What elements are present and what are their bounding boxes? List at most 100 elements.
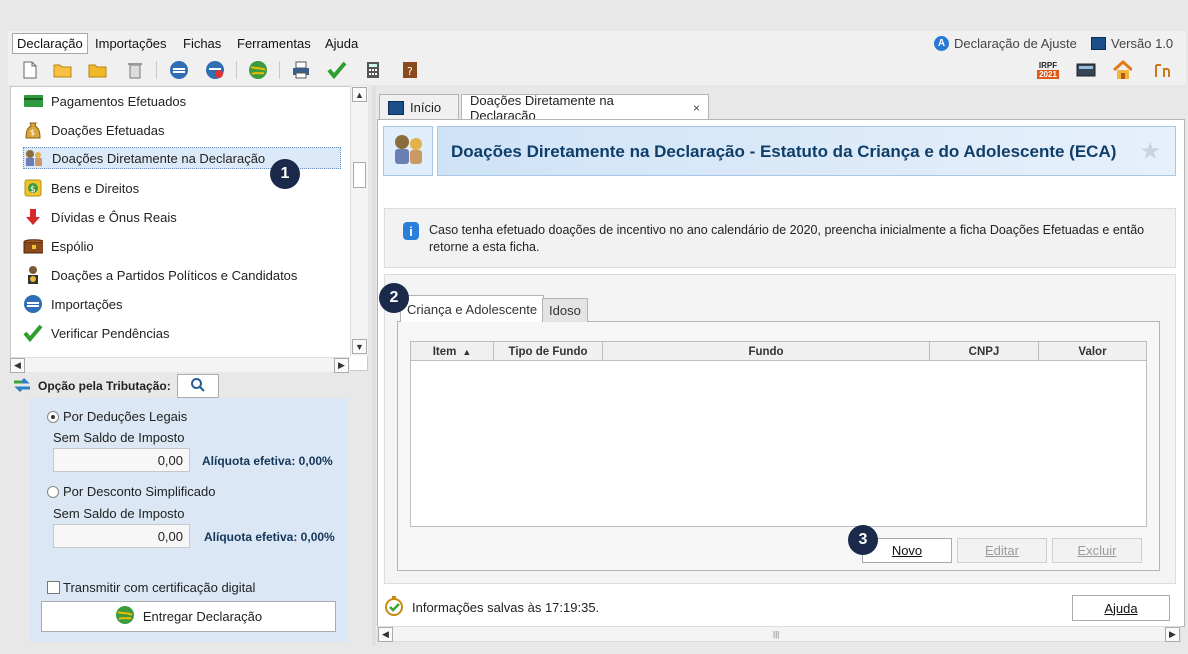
scroll-right-icon[interactable]: ▶ (334, 358, 349, 373)
info-icon: i (403, 222, 419, 240)
receita-logo-icon (388, 100, 404, 115)
toolbar: ? IRPF 2021 (8, 55, 1186, 85)
version-info[interactable]: Versão 1.0 (1091, 36, 1173, 51)
sidebar-item-espolio[interactable]: Espólio (23, 235, 100, 257)
tributacao-header: Opção pela Tributação: (12, 374, 171, 398)
chest-icon (23, 237, 43, 255)
sidebar-item-doacoes-partidos[interactable]: Doações a Partidos Políticos e Candidato… (23, 264, 303, 286)
main-tabs: Início Doações Diretamente na Declaração… (377, 93, 1185, 123)
column-valor[interactable]: Valor (1039, 342, 1146, 361)
sort-ascending-icon: ▲ (462, 346, 472, 357)
radio-deducoes-legais[interactable] (47, 411, 59, 423)
declaration-type[interactable]: A Declaração de Ajuste (934, 36, 1077, 51)
payment-card-icon (23, 92, 43, 110)
font-size-icon[interactable] (1152, 60, 1172, 80)
scroll-down-icon[interactable]: ▼ (352, 339, 367, 354)
toolbar-separator (156, 61, 157, 79)
radio-desconto-simplificado[interactable] (47, 486, 59, 498)
svg-text:$: $ (30, 185, 36, 195)
entregar-declaracao-button[interactable]: Entregar Declaração (41, 601, 336, 632)
money-bag-icon: $ (23, 121, 43, 139)
panel-splitter[interactable] (372, 86, 376, 646)
subtab-crianca-adolescente[interactable]: Criança e Adolescente (400, 295, 545, 322)
menu-fichas[interactable]: Fichas (183, 36, 221, 51)
option-simplificado-sub: Sem Saldo de Imposto (53, 506, 185, 521)
globe-deliver-icon (115, 605, 135, 628)
tab-inicio[interactable]: Início (379, 94, 459, 120)
irpf-badge[interactable]: IRPF 2021 (1034, 60, 1062, 80)
ajuda-button[interactable]: Ajuda (1072, 595, 1170, 621)
sidebar-item-dividas[interactable]: Dívidas e Ônus Reais (23, 206, 183, 228)
scroll-left-icon[interactable]: ◀ (378, 627, 393, 642)
sidebar-item-importacoes[interactable]: Importações (23, 293, 129, 315)
column-cnpj[interactable]: CNPJ (930, 342, 1039, 361)
trash-icon[interactable] (125, 60, 145, 80)
option-deducoes-label: Por Deduções Legais (63, 409, 188, 424)
scroll-thumb[interactable] (353, 162, 366, 188)
sidebar-horizontal-scrollbar[interactable]: ◀ ▶ (10, 357, 350, 373)
globe-deliver-icon[interactable] (248, 60, 268, 80)
excluir-button[interactable]: Excluir (1052, 538, 1142, 563)
table-header: Item ▲ Tipo de Fundo Fundo CNPJ Valor (411, 342, 1146, 361)
checkmark-icon (23, 324, 43, 342)
banner-icon (383, 126, 433, 176)
column-tipo-fundo[interactable]: Tipo de Fundo (494, 342, 603, 361)
subtab-idoso[interactable]: Idoso (542, 298, 588, 322)
calculator-icon[interactable] (363, 60, 383, 80)
sidebar-item-doacoes-efetuadas[interactable]: $ Doações Efetuadas (23, 119, 170, 141)
stopwatch-check-icon (384, 595, 406, 619)
people-donation-icon (390, 132, 426, 171)
menu-ajuda[interactable]: Ajuda (325, 36, 358, 51)
check-pending-icon[interactable] (327, 60, 347, 80)
import-icon (23, 295, 43, 313)
menu-ferramentas[interactable]: Ferramentas (237, 36, 311, 51)
column-item[interactable]: Item ▲ (411, 342, 494, 361)
scroll-right-icon[interactable]: ▶ (1165, 627, 1180, 642)
sidebar-item-pagamentos[interactable]: Pagamentos Efetuados (23, 90, 192, 112)
favorite-star-icon[interactable]: ★ (1139, 137, 1161, 166)
tributacao-search-button[interactable] (177, 374, 219, 398)
printer-icon[interactable] (291, 60, 311, 80)
receita-transmit-icon[interactable] (205, 60, 225, 80)
sidebar-list: Pagamentos Efetuados $ Doações Efetuadas… (10, 86, 368, 371)
folder-icon[interactable] (88, 60, 108, 80)
help-book-icon[interactable]: ? (400, 60, 420, 80)
column-fundo[interactable]: Fundo (603, 342, 930, 361)
home-icon[interactable] (1112, 60, 1132, 80)
save-status: Informações salvas às 17:19:35. (384, 595, 599, 619)
toolbar-separator (236, 61, 237, 79)
tab-doacoes-diretamente[interactable]: Doações Diretamente na Declaração × (461, 93, 709, 123)
people-donation-icon (24, 149, 44, 167)
certificacao-checkbox[interactable] (47, 581, 60, 594)
menu-declaracao[interactable]: Declaração (12, 33, 88, 54)
svg-text:$: $ (30, 128, 35, 137)
magnifier-icon (190, 377, 206, 396)
main-horizontal-scrollbar[interactable]: ◀ ||| ▶ (377, 626, 1181, 642)
close-icon[interactable]: × (693, 101, 700, 115)
callout-3: 3 (848, 525, 878, 555)
debt-arrow-icon (23, 208, 43, 226)
new-document-icon[interactable] (20, 60, 40, 80)
sidebar-item-bens-direitos[interactable]: $ Bens e Direitos (23, 177, 145, 199)
scroll-left-icon[interactable]: ◀ (10, 358, 25, 373)
simplificado-value: 0,00 (53, 524, 190, 548)
page-banner: Doações Diretamente na Declaração - Esta… (437, 126, 1176, 176)
political-donation-icon (23, 266, 43, 284)
sidebar-item-verificar-pendencias[interactable]: Verificar Pendências (23, 322, 176, 344)
donations-table: Item ▲ Tipo de Fundo Fundo CNPJ Valor (410, 341, 1147, 527)
callout-1: 1 (270, 159, 300, 189)
keyboard-icon[interactable] (1076, 60, 1096, 80)
option-deducoes-sub: Sem Saldo de Imposto (53, 430, 185, 445)
deducoes-aliquota: Alíquota efetiva: 0,00% (202, 454, 333, 468)
menu-bar: Declaração Importações Fichas Ferramenta… (8, 31, 1186, 55)
editar-button[interactable]: Editar (957, 538, 1047, 563)
assets-icon: $ (23, 179, 43, 197)
receita-logo-icon (1091, 37, 1106, 50)
open-folder-icon[interactable] (53, 60, 73, 80)
sidebar-vertical-scrollbar[interactable]: ▲ ▼ (350, 86, 368, 356)
menu-importacoes[interactable]: Importações (95, 36, 167, 51)
receita-import-icon[interactable] (169, 60, 189, 80)
info-message: i Caso tenha efetuado doações de incenti… (384, 208, 1176, 268)
scroll-up-icon[interactable]: ▲ (352, 87, 367, 102)
arrows-swap-icon (12, 376, 32, 397)
